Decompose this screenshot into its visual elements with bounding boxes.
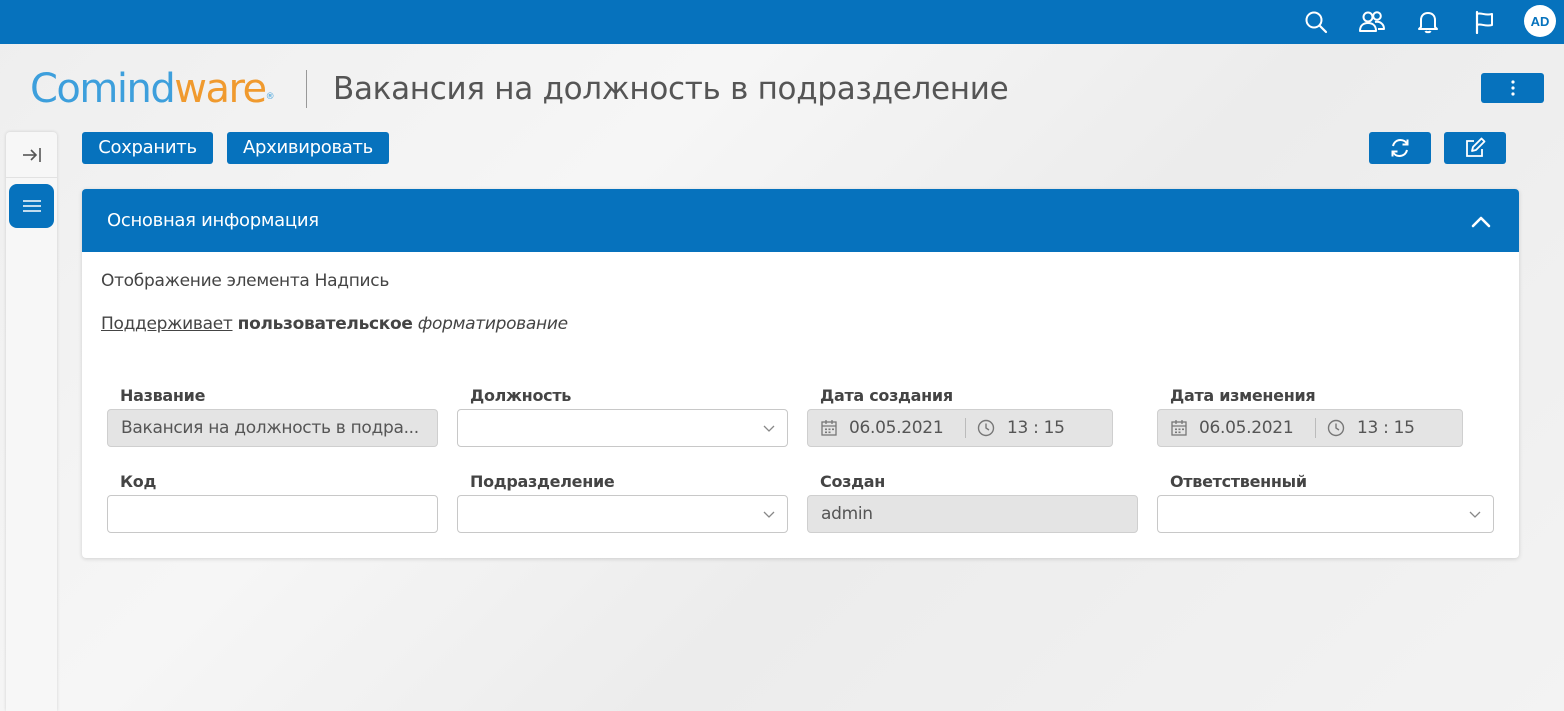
flag-icon[interactable] [1468, 6, 1500, 38]
responsible-select[interactable] [1157, 495, 1494, 533]
formatted-text: Поддерживает пользовательское форматиров… [101, 314, 568, 334]
page-title: Вакансия на должность в подразделение [333, 71, 1009, 107]
top-bar: AD [0, 0, 1564, 44]
calendar-icon [1171, 420, 1187, 436]
name-field[interactable]: Вакансия на должность в подра... [107, 409, 438, 447]
bold-text: пользовательское [237, 314, 413, 334]
panel-title: Основная информация [107, 210, 319, 231]
calendar-icon [821, 420, 837, 436]
created-date-field[interactable]: 06.05.2021 13 : 15 [807, 409, 1113, 447]
refresh-button[interactable] [1369, 132, 1431, 164]
save-button[interactable]: Сохранить [82, 132, 213, 164]
panel-header[interactable]: Основная информация [82, 189, 1519, 252]
sidebar-navigation-button[interactable] [9, 184, 54, 228]
chevron-down-icon [1469, 511, 1481, 518]
modified-date-value: 06.05.2021 [1199, 418, 1294, 438]
created-date-value: 06.05.2021 [849, 418, 944, 438]
modified-time-value: 13 : 15 [1357, 418, 1415, 438]
search-icon[interactable] [1300, 6, 1332, 38]
edit-button[interactable] [1444, 132, 1506, 164]
name-label: Название [120, 386, 206, 405]
created-date-label: Дата создания [820, 386, 953, 405]
modified-date-label: Дата изменения [1170, 386, 1316, 405]
created-by-field[interactable]: admin [807, 495, 1138, 533]
logo-text-part2: ware [174, 66, 267, 112]
arrow-right-to-line-icon [22, 147, 41, 162]
more-menu-button[interactable] [1481, 73, 1544, 103]
date-time-separator [965, 418, 966, 438]
modified-date-field[interactable]: 06.05.2021 13 : 15 [1157, 409, 1463, 447]
sidebar [6, 132, 57, 711]
main-info-panel: Основная информация Отображение элемента… [82, 189, 1519, 558]
code-label: Код [120, 472, 157, 491]
chevron-up-icon[interactable] [1470, 211, 1492, 233]
refresh-icon [1391, 138, 1409, 158]
static-label-text: Отображение элемента Надпись [101, 271, 390, 291]
comindware-logo: Comindware® [30, 64, 275, 114]
title-separator [306, 70, 307, 108]
kebab-menu-icon [1510, 80, 1515, 96]
department-select[interactable] [457, 495, 788, 533]
created-by-label: Создан [820, 472, 886, 491]
created-time-value: 13 : 15 [1007, 418, 1065, 438]
sidebar-expand-button[interactable] [6, 132, 57, 178]
date-time-separator [1315, 418, 1316, 438]
chevron-down-icon [763, 511, 775, 518]
position-select[interactable] [457, 409, 788, 447]
logo-registered-mark: ® [265, 92, 275, 102]
italic-text: форматирование [417, 314, 568, 334]
position-label: Должность [470, 386, 572, 405]
archive-button[interactable]: Архивировать [227, 132, 389, 164]
code-input[interactable] [107, 495, 438, 533]
clock-icon [977, 419, 995, 437]
logo-text-part1: Comind [30, 66, 176, 112]
edit-icon [1466, 137, 1486, 157]
hamburger-icon [22, 200, 41, 212]
underlined-text: Поддерживает [101, 314, 233, 334]
department-label: Подразделение [470, 472, 615, 491]
users-icon[interactable] [1356, 6, 1388, 38]
chevron-down-icon [763, 425, 775, 432]
avatar[interactable]: AD [1524, 5, 1556, 37]
responsible-label: Ответственный [1170, 472, 1307, 491]
bell-icon[interactable] [1412, 6, 1444, 38]
clock-icon [1327, 419, 1345, 437]
